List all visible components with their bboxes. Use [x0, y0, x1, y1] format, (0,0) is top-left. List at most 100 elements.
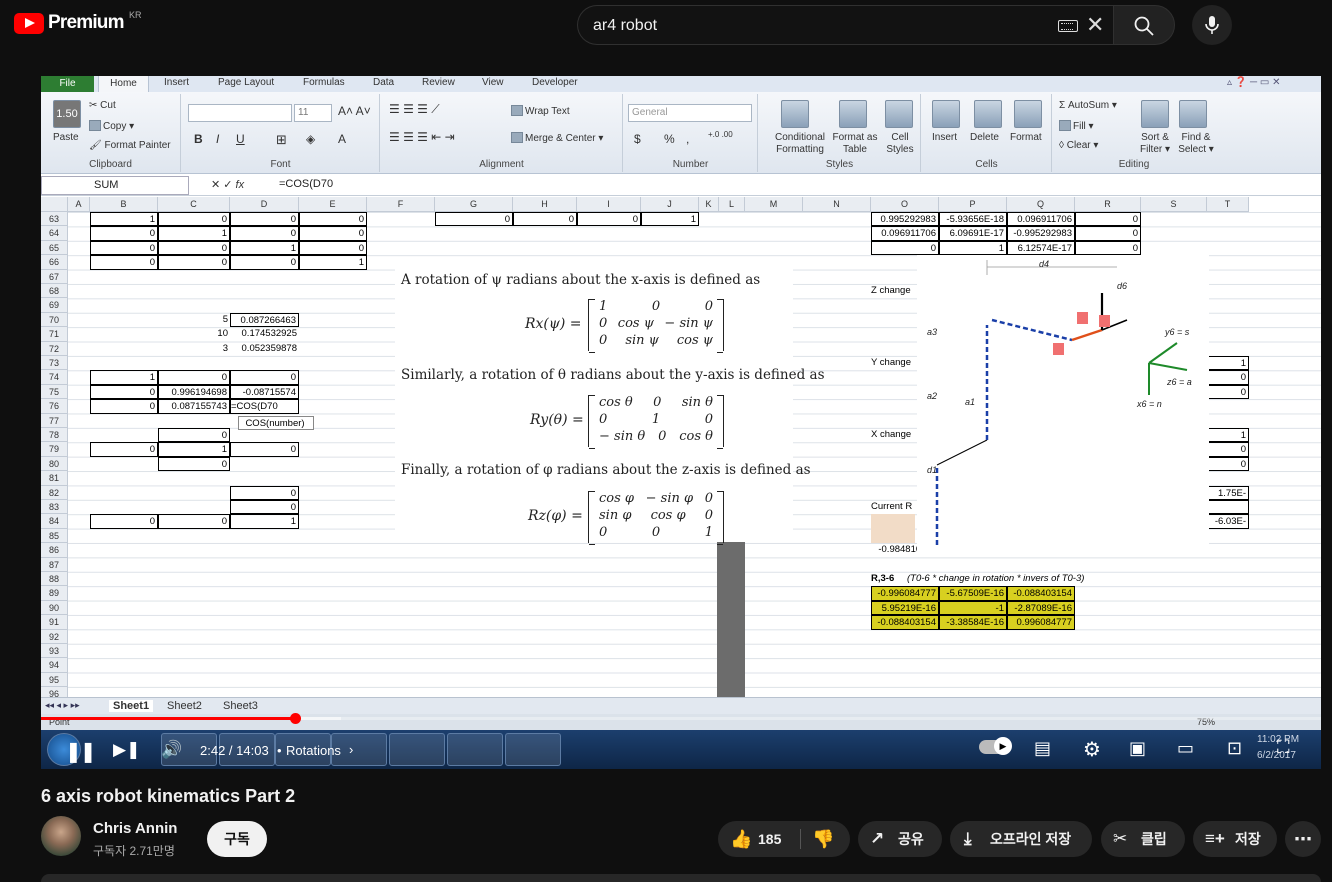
- grow-font-icon[interactable]: A˄ A˅: [338, 104, 371, 118]
- more-actions-icon[interactable]: ⋯: [1285, 821, 1321, 857]
- percent-button[interactable]: %: [664, 132, 675, 146]
- cell[interactable]: 1: [939, 240, 1007, 256]
- cell[interactable]: -0.995292983: [1007, 226, 1075, 241]
- cell[interactable]: 1: [641, 212, 699, 227]
- row-header[interactable]: 76: [41, 399, 68, 414]
- cell[interactable]: 0.174532925: [230, 327, 299, 341]
- sheet-tab-3[interactable]: Sheet3: [223, 700, 258, 712]
- row-header[interactable]: 73: [41, 356, 68, 371]
- format-painter-button[interactable]: 🖌 Format Painter: [89, 140, 171, 151]
- row-header[interactable]: 91: [41, 615, 68, 630]
- cell[interactable]: 1: [90, 370, 158, 385]
- cell[interactable]: 0: [90, 442, 158, 457]
- row-header[interactable]: 86: [41, 543, 68, 558]
- row-header[interactable]: 95: [41, 672, 68, 688]
- row-header[interactable]: 64: [41, 226, 68, 241]
- currency-button[interactable]: $: [634, 132, 641, 146]
- row-header[interactable]: 71: [41, 327, 68, 342]
- tab-file[interactable]: File: [41, 76, 94, 92]
- row-header[interactable]: 84: [41, 514, 68, 529]
- font-color-icon[interactable]: A: [338, 132, 346, 146]
- window-controls-icon[interactable]: ▵ ❓ ─ ▭ ✕: [1227, 77, 1281, 88]
- column-header[interactable]: F: [367, 197, 435, 212]
- column-header[interactable]: A: [68, 197, 90, 212]
- like-count[interactable]: 185: [758, 821, 781, 857]
- cell[interactable]: 0: [158, 428, 230, 443]
- volume-icon[interactable]: 🔊: [161, 740, 182, 760]
- row-header[interactable]: 79: [41, 442, 68, 457]
- cell[interactable]: 0: [299, 226, 367, 241]
- copy-button[interactable]: Copy ▾: [89, 120, 134, 132]
- cell[interactable]: 0.995292983: [871, 212, 939, 227]
- sort-filter-button[interactable]: Sort & Filter ▾: [1135, 132, 1175, 156]
- autosum-button[interactable]: Σ AutoSum ▾: [1059, 100, 1117, 111]
- theater-mode-icon[interactable]: ▭: [1177, 738, 1194, 759]
- cell[interactable]: 0: [871, 240, 939, 256]
- miniplayer-icon[interactable]: ▣: [1129, 738, 1146, 759]
- cell[interactable]: 1: [158, 442, 230, 457]
- tab-view[interactable]: View: [482, 77, 504, 88]
- search-button[interactable]: [1113, 5, 1175, 45]
- video-player[interactable]: File Home Insert Page Layout Formulas Da…: [41, 76, 1321, 769]
- tab-insert[interactable]: Insert: [164, 77, 189, 88]
- column-header[interactable]: D: [230, 197, 299, 212]
- cut-button[interactable]: ✂ Cut: [89, 100, 116, 111]
- row-header[interactable]: 65: [41, 240, 68, 256]
- subscribe-button[interactable]: 구독: [207, 821, 267, 857]
- cell[interactable]: 0: [1075, 212, 1141, 227]
- cell[interactable]: 1: [1207, 428, 1249, 443]
- subtitles-icon[interactable]: ▤: [1034, 738, 1051, 759]
- column-header[interactable]: H: [513, 197, 577, 212]
- share-button[interactable]: ↗ 공유: [858, 821, 942, 857]
- cell[interactable]: 0: [1207, 456, 1249, 472]
- cell[interactable]: 0: [1207, 442, 1249, 457]
- row-header[interactable]: 80: [41, 456, 68, 472]
- bold-button[interactable]: B: [194, 132, 203, 146]
- cell[interactable]: 0: [230, 255, 299, 270]
- row-header[interactable]: 94: [41, 658, 68, 673]
- download-button[interactable]: ⤓ 오프라인 저장: [950, 821, 1092, 857]
- cell[interactable]: -0.088403154: [871, 615, 939, 630]
- name-box[interactable]: SUM: [41, 176, 189, 195]
- cell[interactable]: 0: [90, 384, 158, 400]
- cell[interactable]: -0.996084777: [871, 586, 939, 601]
- fullscreen-icon[interactable]: ⛶: [1277, 737, 1290, 758]
- cell[interactable]: -2.87089E-16: [1007, 600, 1075, 616]
- format-as-table-button[interactable]: Format as Table: [831, 132, 879, 156]
- column-header[interactable]: Q: [1007, 197, 1075, 212]
- cell[interactable]: 0.996194698: [158, 384, 230, 400]
- italic-button[interactable]: I: [216, 132, 219, 146]
- sheet-tab-2[interactable]: Sheet2: [167, 700, 202, 712]
- clear-button[interactable]: ◊ Clear ▾: [1059, 140, 1098, 151]
- row-header[interactable]: 82: [41, 485, 68, 500]
- cell[interactable]: 0: [1207, 384, 1249, 400]
- column-header[interactable]: O: [871, 197, 939, 212]
- row-header[interactable]: 87: [41, 557, 68, 572]
- cell[interactable]: 0: [230, 442, 299, 457]
- cell[interactable]: 0: [90, 226, 158, 241]
- column-header[interactable]: E: [299, 197, 367, 212]
- cell[interactable]: 0.096911706: [871, 226, 939, 241]
- clip-button[interactable]: ✂ 클립: [1101, 821, 1185, 857]
- cell-styles-button[interactable]: Cell Styles: [881, 132, 919, 156]
- cell[interactable]: -0.088403154: [1007, 586, 1075, 601]
- row-header[interactable]: 69: [41, 298, 68, 313]
- save-button[interactable]: ≡+ 저장: [1193, 821, 1277, 857]
- cell[interactable]: [1207, 500, 1249, 515]
- cell[interactable]: 5: [158, 313, 230, 327]
- cell[interactable]: 0: [299, 240, 367, 256]
- chapter-title[interactable]: Rotations: [286, 743, 341, 758]
- settings-gear-icon[interactable]: ⚙: [1083, 737, 1101, 762]
- column-header[interactable]: S: [1141, 197, 1207, 212]
- voice-search-button[interactable]: [1192, 5, 1232, 45]
- cell[interactable]: 1: [90, 212, 158, 227]
- row-header[interactable]: 83: [41, 500, 68, 515]
- cell[interactable]: 1: [158, 226, 230, 241]
- clear-search-icon[interactable]: ✕: [1086, 14, 1104, 36]
- column-header[interactable]: N: [803, 197, 871, 212]
- cell[interactable]: 0: [435, 212, 513, 227]
- chapter-chevron-icon[interactable]: ›: [349, 742, 353, 757]
- row-header[interactable]: 63: [41, 212, 68, 227]
- cell[interactable]: 3: [158, 342, 230, 356]
- column-header[interactable]: I: [577, 197, 641, 212]
